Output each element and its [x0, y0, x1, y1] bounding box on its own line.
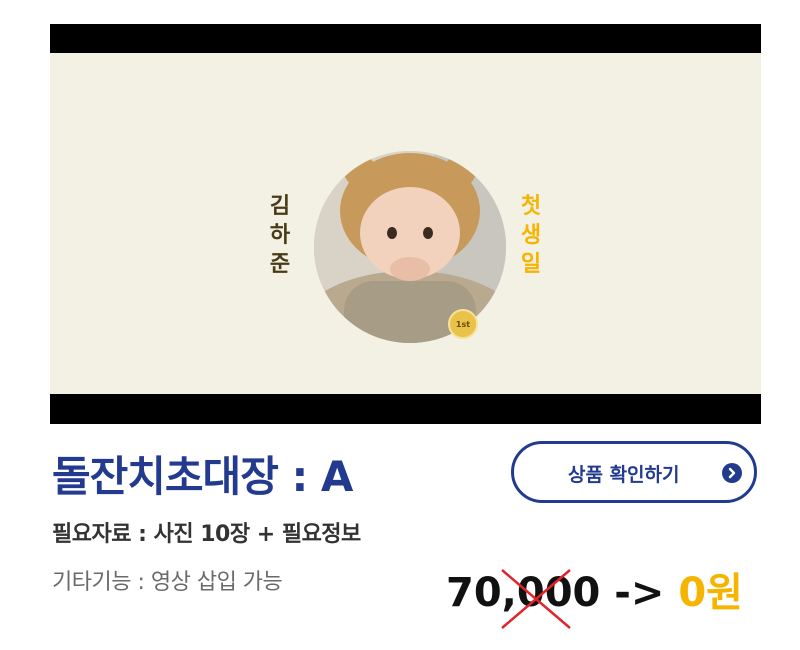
title-char: 생: [520, 223, 542, 248]
banner-background: 김 하 준 1st 첫 생 일: [50, 53, 761, 394]
chevron-right-circle-icon: [722, 463, 742, 483]
required-info: 필요자료 : 사진 10장 + 필요정보: [52, 522, 361, 547]
badge-label: 1st: [455, 319, 471, 329]
product-check-label: 상품 확인하기: [568, 464, 680, 486]
extra-features: 기타기능 : 영상 삽입 가능: [52, 570, 283, 595]
first-birthday-badge: 1st: [448, 309, 478, 339]
original-price: 70,000: [446, 569, 601, 629]
baby-photo: [314, 151, 506, 343]
original-price-value: 70,000: [446, 570, 601, 616]
banner-image: 김 하 준 1st 첫 생 일: [50, 24, 761, 424]
product-check-button[interactable]: 상품 확인하기: [511, 441, 757, 503]
title-char: 첫: [520, 194, 542, 219]
price-arrow: ->: [600, 570, 679, 616]
name-char: 김: [269, 194, 291, 219]
title-char: 일: [520, 252, 542, 277]
price-row: 70,000 -> 0원: [446, 560, 743, 629]
first-birthday-vertical: 첫 생 일: [511, 192, 551, 279]
name-char: 하: [269, 223, 291, 248]
product-title: 돌잔치초대장 : A: [52, 452, 353, 501]
baby-photo-illustration: [314, 151, 506, 343]
baby-name-vertical: 김 하 준: [260, 192, 300, 279]
sale-price: 0원: [678, 570, 743, 616]
name-char: 준: [269, 252, 291, 277]
